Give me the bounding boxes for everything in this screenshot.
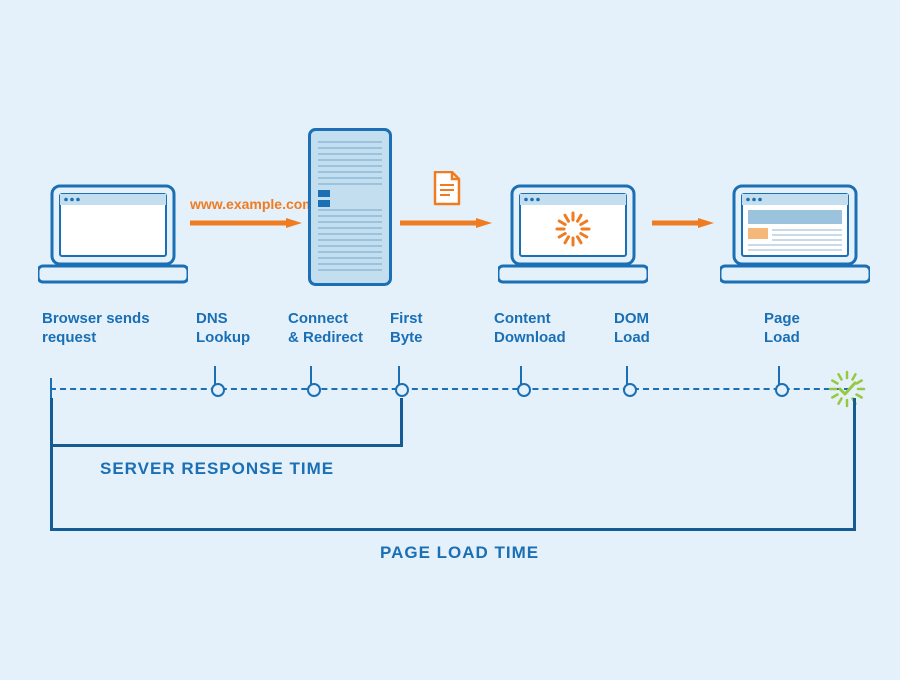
timeline-tick-content-download bbox=[520, 366, 524, 390]
timeline-start-marker bbox=[50, 378, 52, 400]
laptop-loaded-page-icon bbox=[720, 184, 870, 284]
timeline-tick-page-load bbox=[778, 366, 782, 390]
laptop-browser-request-icon bbox=[38, 184, 188, 284]
server-icon bbox=[308, 128, 392, 286]
laptop-loading-icon bbox=[498, 184, 648, 284]
arrow-browser-to-server-icon bbox=[190, 218, 302, 228]
timeline-label-first-byte: First Byte bbox=[390, 310, 423, 348]
arrow-server-to-loading-icon bbox=[400, 218, 492, 228]
timeline-tick-first-byte bbox=[398, 366, 402, 390]
timeline-label-dom-load: DOM Load bbox=[614, 310, 650, 348]
request-url-label: www.example.com bbox=[190, 196, 315, 212]
arrow-loading-to-loaded-icon bbox=[652, 218, 714, 228]
timeline-label-connect-redirect: Connect & Redirect bbox=[288, 310, 363, 348]
page-load-time-label: PAGE LOAD TIME bbox=[380, 543, 539, 563]
timeline-label-browser-sends-request: Browser sends request bbox=[42, 310, 150, 348]
timeline-label-content-download: Content Download bbox=[494, 310, 566, 348]
timeline-tick-connect-redirect bbox=[310, 366, 314, 390]
timeline-label-page-load: Page Load bbox=[764, 310, 800, 348]
timeline-tick-dom-load bbox=[626, 366, 630, 390]
timeline-label-dns-lookup: DNS Lookup bbox=[196, 310, 250, 348]
timeline-axis bbox=[50, 388, 850, 390]
file-response-icon bbox=[432, 171, 462, 207]
timeline-tick-dns-lookup bbox=[214, 366, 218, 390]
page-load-time-bracket bbox=[50, 398, 856, 531]
